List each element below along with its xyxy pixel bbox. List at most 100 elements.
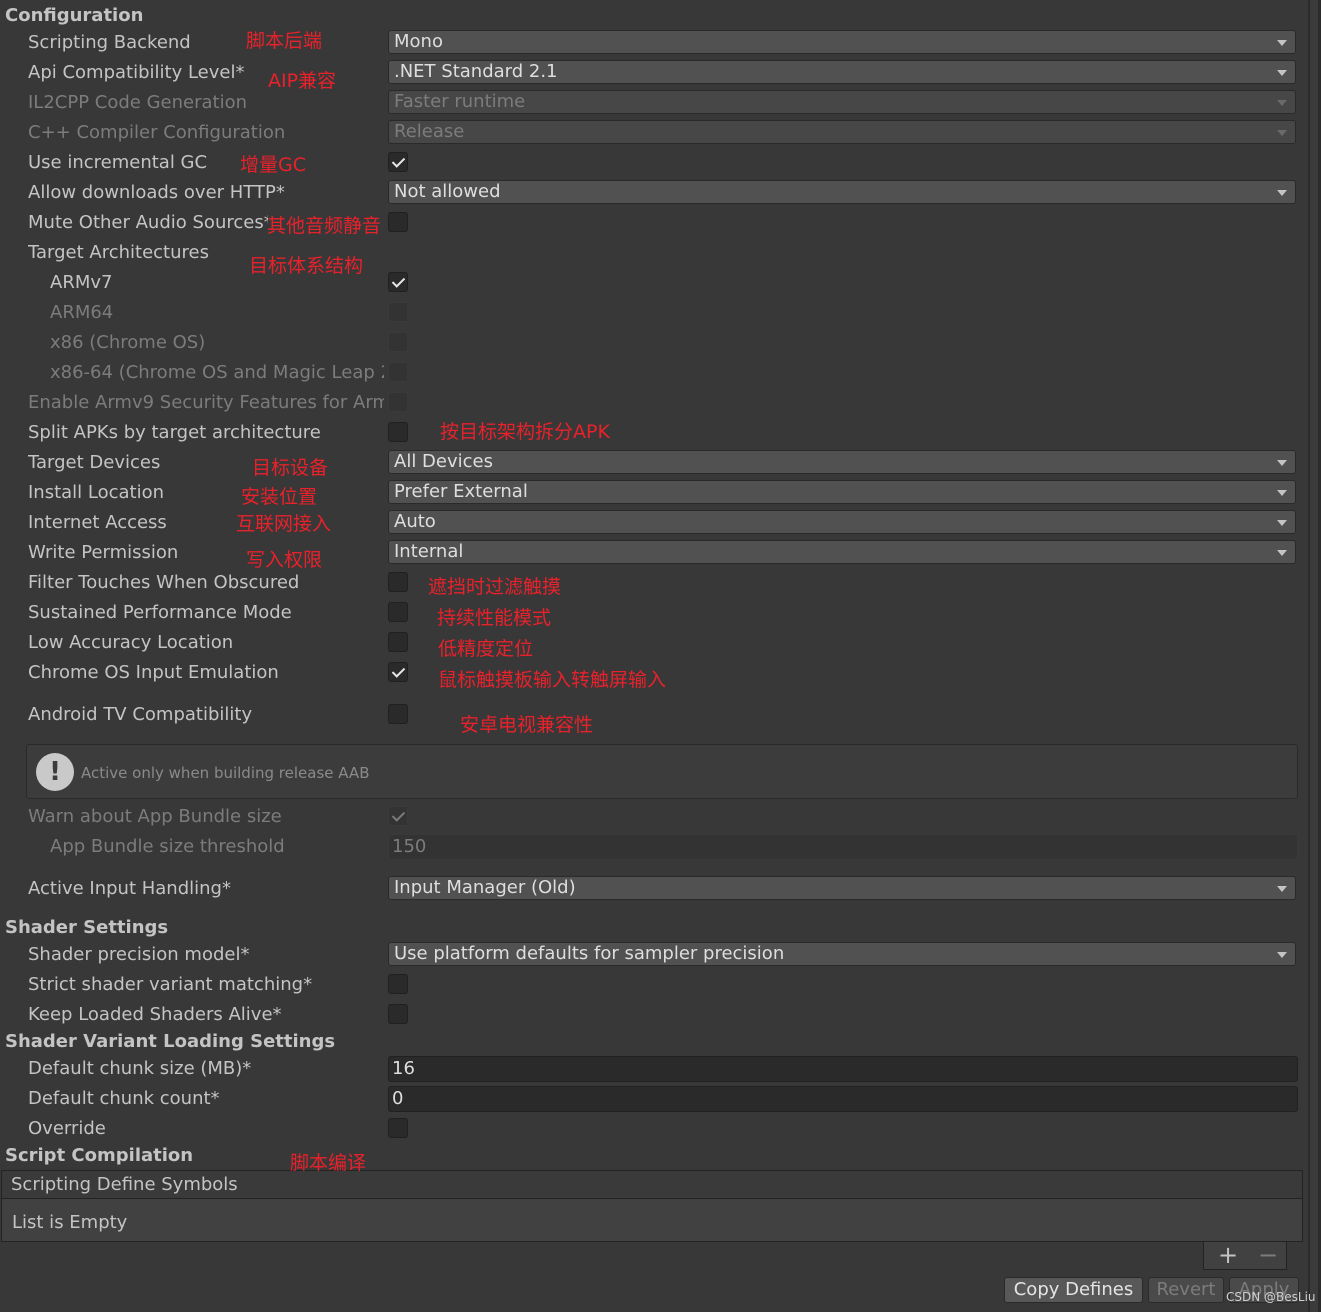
install-location-value: Prefer External	[394, 481, 528, 502]
chunk-size-label: Default chunk size (MB)*	[28, 1058, 252, 1079]
section-script-compilation: Script Compilation	[5, 1145, 194, 1166]
annotation-sustained-perf: 持续性能模式	[437, 607, 552, 629]
strict-shader-label: Strict shader variant matching*	[28, 974, 313, 995]
add-icon[interactable]: +	[1218, 1242, 1238, 1268]
strict-shader-checkbox[interactable]	[388, 974, 408, 994]
split-apks-checkbox[interactable]	[388, 422, 408, 442]
annotation-api-compat: AIP兼容	[268, 70, 337, 92]
define-symbols-empty: List is Empty	[12, 1212, 128, 1233]
warn-bundle-label: Warn about App Bundle size	[28, 806, 282, 827]
chevron-down-icon	[1277, 100, 1287, 106]
write-permission-dropdown[interactable]: Internal	[388, 540, 1296, 564]
mute-audio-checkbox[interactable]	[388, 212, 408, 232]
keep-shaders-checkbox[interactable]	[388, 1004, 408, 1024]
chevron-down-icon	[1277, 520, 1287, 526]
annotation-install-location: 安装位置	[241, 486, 318, 508]
target-devices-value: All Devices	[394, 451, 493, 472]
chevron-down-icon	[1277, 190, 1287, 196]
internet-access-dropdown[interactable]: Auto	[388, 510, 1296, 534]
incremental-gc-checkbox[interactable]	[388, 152, 408, 172]
target-devices-dropdown[interactable]: All Devices	[388, 450, 1296, 474]
chunk-count-field[interactable]: 0	[388, 1086, 1298, 1112]
aab-help-box: ! Active only when building release AAB	[26, 744, 1298, 799]
cpp-compiler-value: Release	[394, 121, 465, 142]
scrollbar-thumb[interactable]	[1310, 0, 1318, 1312]
api-compat-label: Api Compatibility Level*	[28, 62, 245, 83]
bundle-threshold-label: App Bundle size threshold	[50, 836, 285, 857]
sustained-perf-label: Sustained Performance Mode	[28, 602, 292, 623]
chevron-down-icon	[1277, 550, 1287, 556]
allow-http-value: Not allowed	[394, 181, 501, 202]
allow-http-dropdown[interactable]: Not allowed	[388, 180, 1296, 204]
sustained-perf-checkbox[interactable]	[388, 602, 408, 622]
define-symbols-header: Scripting Define Symbols	[2, 1171, 1302, 1199]
low-accuracy-checkbox[interactable]	[388, 632, 408, 652]
armv9-label: Enable Armv9 Security Features for Arm64	[28, 392, 384, 413]
api-compat-dropdown[interactable]: .NET Standard 2.1	[388, 60, 1296, 84]
api-compat-value: .NET Standard 2.1	[394, 61, 558, 82]
shader-precision-value: Use platform defaults for sampler precis…	[394, 943, 785, 964]
armv7-label: ARMv7	[50, 272, 113, 293]
chevron-down-icon	[1277, 490, 1287, 496]
remove-icon: −	[1258, 1241, 1279, 1269]
internet-access-label: Internet Access	[28, 512, 167, 533]
aab-help-text: Active only when building release AAB	[81, 764, 370, 782]
il2cpp-codegen-value: Faster runtime	[394, 91, 526, 112]
armv9-checkbox	[388, 392, 408, 412]
define-symbols-list: Scripting Define Symbols List is Empty	[1, 1170, 1303, 1242]
install-location-dropdown[interactable]: Prefer External	[388, 480, 1296, 504]
list-footer: + −	[1203, 1242, 1287, 1270]
il2cpp-codegen-label: IL2CPP Code Generation	[28, 92, 248, 113]
install-location-label: Install Location	[28, 482, 165, 503]
chunk-size-field[interactable]: 16	[388, 1056, 1298, 1082]
target-devices-label: Target Devices	[28, 452, 161, 473]
low-accuracy-label: Low Accuracy Location	[28, 632, 234, 653]
split-apks-label: Split APKs by target architecture	[28, 422, 321, 443]
filter-touches-label: Filter Touches When Obscured	[28, 572, 300, 593]
x86-label: x86 (Chrome OS)	[50, 332, 206, 353]
android-tv-checkbox[interactable]	[388, 704, 408, 724]
annotation-write-permission: 写入权限	[246, 549, 323, 571]
override-checkbox[interactable]	[388, 1118, 408, 1138]
filter-touches-checkbox[interactable]	[388, 572, 408, 592]
annotation-chromeos-input: 鼠标触摸板输入转触屏输入	[438, 669, 667, 691]
chevron-down-icon	[1277, 952, 1287, 958]
armv7-checkbox[interactable]	[388, 272, 408, 292]
cpp-compiler-dropdown: Release	[388, 120, 1296, 144]
annotation-internet-access: 互联网接入	[236, 513, 332, 535]
chromeos-input-checkbox[interactable]	[388, 662, 408, 682]
il2cpp-codegen-dropdown: Faster runtime	[388, 90, 1296, 114]
watermark-text: CSDN @BesLiu	[1226, 1290, 1316, 1304]
annotation-incremental-gc: 增量GC	[240, 154, 306, 176]
active-input-dropdown[interactable]: Input Manager (Old)	[388, 876, 1296, 900]
annotation-mute-audio: 其他音频静音	[267, 215, 382, 237]
scripting-backend-dropdown[interactable]: Mono	[388, 30, 1296, 54]
annotation-target-devices: 目标设备	[252, 457, 329, 479]
shader-precision-label: Shader precision model*	[28, 944, 250, 965]
active-input-value: Input Manager (Old)	[394, 877, 576, 898]
write-permission-value: Internal	[394, 541, 464, 562]
section-shader-variant-loading: Shader Variant Loading Settings	[5, 1031, 336, 1052]
info-speech-icon: !	[36, 753, 74, 791]
x86-checkbox	[388, 332, 408, 352]
internet-access-value: Auto	[394, 511, 436, 532]
annotation-android-tv: 安卓电视兼容性	[460, 714, 594, 736]
section-shader-settings: Shader Settings	[5, 917, 169, 938]
x86-64-checkbox	[388, 362, 408, 382]
scripting-backend-label: Scripting Backend	[28, 32, 191, 53]
chevron-down-icon	[1277, 130, 1287, 136]
arm64-label: ARM64	[50, 302, 114, 323]
mute-audio-label: Mute Other Audio Sources*	[28, 212, 268, 233]
annotation-filter-touches: 遮挡时过滤触摸	[428, 576, 562, 598]
x86-64-label: x86-64 (Chrome OS and Magic Leap 2)	[50, 362, 384, 383]
section-configuration: Configuration	[5, 5, 144, 26]
cpp-compiler-label: C++ Compiler Configuration	[28, 122, 286, 143]
chromeos-input-label: Chrome OS Input Emulation	[28, 662, 279, 683]
scripting-backend-value: Mono	[394, 31, 443, 52]
allow-http-label: Allow downloads over HTTP*	[28, 182, 285, 203]
chevron-down-icon	[1277, 460, 1287, 466]
annotation-scripting-backend: 脚本后端	[246, 30, 323, 52]
copy-defines-button[interactable]: Copy Defines	[1004, 1277, 1143, 1303]
chevron-down-icon	[1277, 70, 1287, 76]
shader-precision-dropdown[interactable]: Use platform defaults for sampler precis…	[388, 942, 1296, 966]
